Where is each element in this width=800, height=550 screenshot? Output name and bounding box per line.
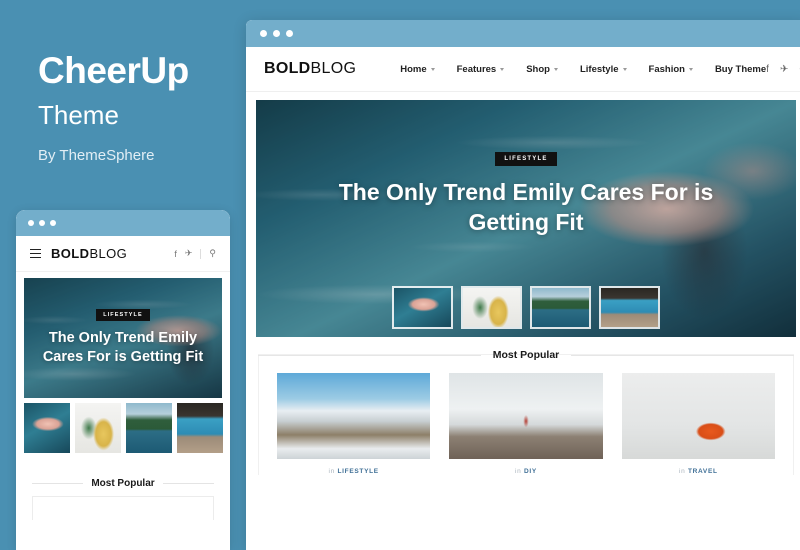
post-meta-in: in: [515, 468, 522, 475]
post-card[interactable]: in LIFESTYLE: [277, 373, 431, 475]
hero-thumb-swimmer[interactable]: [392, 286, 453, 329]
twitter-icon[interactable]: ✈: [185, 248, 193, 259]
main-menu: Home Features Shop Lifestyle Fashion Buy…: [400, 64, 766, 75]
social-divider: [200, 248, 202, 259]
chevron-down-icon: [500, 67, 505, 71]
mobile-hero[interactable]: LIFESTYLE The Only Trend Emily Cares For…: [24, 278, 222, 398]
menu-item-label: Buy Theme: [714, 63, 767, 75]
mobile-navbar: BOLDBLOG f ✈ ⚲: [16, 236, 230, 272]
post-thumbnail[interactable]: [277, 373, 431, 459]
desktop-chrome-bar: [246, 20, 800, 47]
chrome-dot-maximize[interactable]: [50, 220, 56, 226]
mobile-hero-content: LIFESTYLE The Only Trend Emily Cares For…: [24, 278, 222, 398]
most-popular-frame: in LIFESTYLE in DIY in TRAVEL: [258, 354, 794, 475]
mobile-most-popular-frame: [32, 496, 214, 520]
chrome-dot-minimize[interactable]: [39, 220, 45, 226]
post-meta: in LIFESTYLE: [277, 468, 430, 475]
logo-bold-part: BOLD: [264, 60, 311, 77]
mobile-thumbnail-strip: [16, 398, 230, 453]
hero-thumb-chair[interactable]: [461, 286, 522, 329]
most-popular-cards: in LIFESTYLE in DIY in TRAVEL: [259, 373, 793, 475]
mobile-site-logo[interactable]: BOLDBLOG: [51, 246, 127, 261]
desktop-navbar: BOLDBLOG Home Features Shop Lifestyle Fa…: [246, 47, 800, 92]
chrome-dot-close[interactable]: [28, 220, 34, 226]
hero-thumbnail-strip: [256, 286, 796, 329]
hero-thumb-pool[interactable]: [599, 286, 660, 329]
chrome-dot-minimize[interactable]: [273, 30, 280, 37]
post-category-link[interactable]: LIFESTYLE: [337, 468, 378, 475]
menu-item-buy-theme[interactable]: Buy Theme: [715, 64, 766, 75]
post-thumbnail[interactable]: [621, 373, 775, 459]
mobile-social-links: f ✈ ⚲: [174, 248, 216, 259]
hero-slider[interactable]: LIFESTYLE The Only Trend Emily Cares For…: [256, 100, 796, 337]
search-icon[interactable]: ⚲: [209, 248, 216, 259]
mobile-hero-category-badge[interactable]: LIFESTYLE: [96, 309, 150, 322]
logo-light-part: BLOG: [89, 246, 128, 261]
logo-light-part: BLOG: [310, 60, 357, 77]
post-meta-in: in: [328, 468, 335, 475]
chevron-down-icon: [622, 67, 627, 71]
most-popular-section: Most Popular in LIFESTYLE in DIY in TRAV…: [246, 349, 800, 475]
logo-bold-part: BOLD: [51, 246, 90, 261]
mobile-browser-mockup: BOLDBLOG f ✈ ⚲ LIFESTYLE The Only Trend …: [16, 210, 230, 550]
social-links: f ✈ G+ ⚲: [766, 63, 800, 76]
menu-item-label: Features: [456, 63, 497, 75]
post-meta: in TRAVEL: [622, 468, 775, 475]
mobile-most-popular-heading: Most Popular: [16, 478, 230, 489]
mobile-chrome-bar: [16, 210, 230, 236]
hero-thumb-palms[interactable]: [530, 286, 591, 329]
menu-item-home[interactable]: Home: [400, 63, 435, 75]
post-category-link[interactable]: DIY: [524, 468, 537, 475]
post-card[interactable]: in DIY: [449, 373, 603, 475]
mobile-thumb-swimmer[interactable]: [24, 403, 70, 453]
chevron-down-icon: [553, 67, 558, 71]
chevron-down-icon: [430, 67, 435, 71]
mobile-thumb-chair[interactable]: [75, 403, 121, 453]
mobile-thumb-palms[interactable]: [126, 403, 172, 453]
menu-item-label: Lifestyle: [579, 63, 619, 75]
menu-item-lifestyle[interactable]: Lifestyle: [580, 64, 627, 75]
hero-category-badge[interactable]: LIFESTYLE: [495, 152, 557, 166]
promo-subtitle: Theme: [38, 99, 119, 130]
menu-item-label: Home: [400, 63, 427, 75]
post-thumbnail[interactable]: [449, 373, 603, 459]
facebook-icon[interactable]: f: [766, 64, 769, 75]
chrome-dot-close[interactable]: [260, 30, 267, 37]
post-meta-in: in: [678, 468, 686, 475]
promo-byline: By ThemeSphere: [38, 146, 155, 164]
site-logo[interactable]: BOLDBLOG: [264, 60, 356, 78]
menu-item-label: Shop: [526, 63, 550, 75]
mobile-hero-title[interactable]: The Only Trend Emily Cares For is Gettin…: [34, 329, 212, 366]
post-card[interactable]: in TRAVEL: [621, 373, 775, 475]
mobile-most-popular-section: Most Popular: [16, 471, 230, 520]
promo-title: CheerUp: [38, 50, 189, 91]
post-meta: in DIY: [449, 468, 602, 475]
menu-item-features[interactable]: Features: [457, 64, 505, 75]
mobile-thumb-pool[interactable]: [177, 403, 223, 453]
post-category-link[interactable]: TRAVEL: [688, 468, 718, 475]
chrome-dot-maximize[interactable]: [286, 30, 293, 37]
hamburger-menu-icon[interactable]: [30, 246, 41, 260]
twitter-icon[interactable]: ✈: [780, 64, 788, 75]
menu-item-shop[interactable]: Shop: [526, 64, 558, 75]
desktop-browser-mockup: BOLDBLOG Home Features Shop Lifestyle Fa…: [246, 20, 800, 550]
menu-item-label: Fashion: [648, 63, 685, 75]
menu-item-fashion[interactable]: Fashion: [649, 64, 693, 75]
chevron-down-icon: [688, 67, 693, 71]
facebook-icon[interactable]: f: [174, 249, 177, 259]
hero-title[interactable]: The Only Trend Emily Cares For is Gettin…: [316, 178, 736, 238]
